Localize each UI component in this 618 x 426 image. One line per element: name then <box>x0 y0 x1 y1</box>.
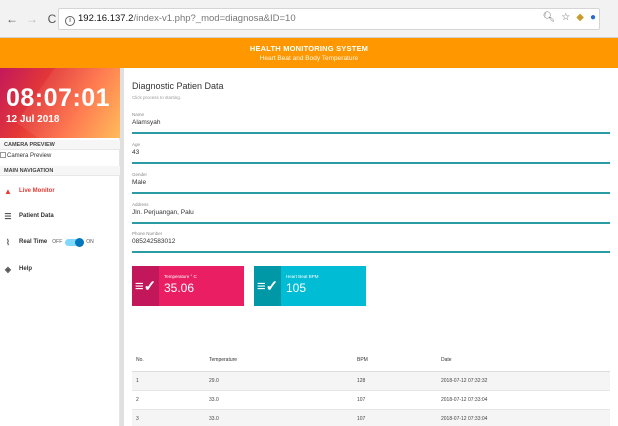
app-title: HEALTH MONITORING SYSTEM <box>249 44 369 53</box>
column-header[interactable]: Temperature <box>205 350 353 372</box>
column-header[interactable]: BPM <box>353 350 437 372</box>
browser-toolbar: ← → C i 192.16.137.2/index-v1.php?_mod=di… <box>0 0 618 38</box>
switch-off-label: OFF <box>52 239 63 245</box>
toggle-knob <box>75 237 85 247</box>
table-cell: 3 <box>132 409 205 426</box>
real-time-toggle[interactable] <box>65 237 85 247</box>
sidebar-item-label: Help <box>19 266 33 272</box>
camera-section-header: CAMERA PREVIEW <box>0 140 120 150</box>
sidebar-item-real-time[interactable]: ⌇ Real Time OFF ON <box>0 234 120 250</box>
field-label: Name <box>132 112 145 117</box>
layers-icon: ◈ <box>4 264 12 274</box>
heartbeat-label: Heart Beat BPM <box>286 274 319 279</box>
table-cell: 107 <box>353 390 437 410</box>
table-cell: 2 <box>132 390 205 410</box>
field-label: Address <box>132 202 149 207</box>
sidebar-item-label: Real Time <box>19 239 48 245</box>
field-label: Gender <box>132 172 148 177</box>
gender-field[interactable]: Gender Male <box>132 172 610 194</box>
table-cell: 2018-07-12 07:33:04 <box>437 409 610 426</box>
url-path: /index-v1.php?_mod=diagnosa&ID=10 <box>133 13 296 24</box>
field-label: Phone Number <box>132 231 163 236</box>
field-value: 085242583012 <box>132 238 176 245</box>
phone-field[interactable]: Phone Number 085242583012 <box>132 231 610 253</box>
table-cell: 2018-07-12 07:33:04 <box>437 390 610 410</box>
playlist-check-icon: ≡✓ <box>132 266 159 306</box>
sidebar-item-patient-data[interactable]: ☰ Patient Data <box>0 208 120 224</box>
age-field[interactable]: Age 43 <box>132 142 610 164</box>
page-title: Diagnostic Patien Data <box>132 81 224 91</box>
camera-preview: Camera Preview <box>0 152 120 160</box>
sidebar-item-live-monitor[interactable]: ▲ Live Monitor <box>0 183 120 199</box>
field-label: Age <box>132 142 141 147</box>
column-header[interactable]: Date <box>437 350 610 372</box>
field-value: Jln. Perjuangan, Palu <box>132 209 194 216</box>
main-navigation-header: MAIN NAVIGATION <box>0 166 120 176</box>
sidebar: 08:07:01 12 Jul 2018 CAMERA PREVIEW Came… <box>0 68 120 426</box>
readings-table: No. Temperature BPM Date 1 29.0 128 2018… <box>132 350 610 426</box>
table-cell: 2018-07-12 07:32:32 <box>437 371 610 391</box>
table-cell: 29.0 <box>205 371 353 391</box>
table-row: 3 33.0 107 2018-07-12 07:33:04 <box>132 409 610 426</box>
extension-icon[interactable]: ◆ <box>576 12 584 23</box>
name-field[interactable]: Name Alamsyah <box>132 112 610 134</box>
table-cell: 1 <box>132 371 205 391</box>
main-content: Diagnostic Patien Data Click process to … <box>124 68 618 426</box>
heartbeat-value: 105 <box>286 281 307 295</box>
camera-preview-alt: Camera Preview <box>7 153 52 159</box>
broken-image-icon <box>0 152 6 158</box>
sensor-icon: ⌇ <box>6 237 10 247</box>
zoom-icon[interactable]: 🔍︎ <box>543 12 556 23</box>
app-header: HEALTH MONITORING SYSTEM Heart Beat and … <box>0 38 618 68</box>
sidebar-item-label: Live Monitor <box>19 188 55 194</box>
browser-actions: 🔍︎ ☆ ◆ ● <box>543 12 596 23</box>
table-header-row: No. Temperature BPM Date <box>132 350 610 372</box>
reload-icon[interactable]: C <box>46 12 58 26</box>
sidebar-item-help[interactable]: ◈ Help <box>0 261 120 277</box>
table-cell: 107 <box>353 409 437 426</box>
field-value: Male <box>132 179 147 186</box>
clock-date: 12 Jul 2018 <box>6 114 60 125</box>
page-subtitle: Click process to starting. <box>132 95 182 100</box>
address-bar[interactable]: i 192.16.137.2/index-v1.php?_mod=diagnosa… <box>58 8 600 30</box>
app-subtitle: Heart Beat and Body Temperature <box>259 55 359 62</box>
switch-on-label: ON <box>86 239 94 245</box>
forward-arrow-icon[interactable]: → <box>26 12 38 26</box>
heartbeat-info-box: ≡✓ Heart Beat BPM 105 <box>254 266 366 306</box>
table-row: 1 29.0 128 2018-07-12 07:32:32 <box>132 371 610 391</box>
list-icon: ☰ <box>4 211 12 221</box>
column-header[interactable]: No. <box>132 350 205 372</box>
field-value: Alamsyah <box>132 119 161 126</box>
playlist-check-icon: ≡✓ <box>254 266 281 306</box>
table-cell: 128 <box>353 371 437 391</box>
star-icon[interactable]: ☆ <box>561 12 570 23</box>
info-icon[interactable]: i <box>65 16 75 26</box>
table-row: 2 33.0 107 2018-07-12 07:33:04 <box>132 390 610 410</box>
sidebar-item-label: Patient Data <box>19 213 54 219</box>
clock-time: 08:07:01 <box>6 84 111 112</box>
clock-panel: 08:07:01 12 Jul 2018 <box>0 68 120 138</box>
temperature-value: 35.06 <box>164 281 195 295</box>
table-cell: 33.0 <box>205 390 353 410</box>
extension-icon-2[interactable]: ● <box>590 12 596 23</box>
back-arrow-icon[interactable]: ← <box>6 12 18 26</box>
address-field[interactable]: Address Jln. Perjuangan, Palu <box>132 202 610 224</box>
home-icon: ▲ <box>4 186 12 196</box>
temperature-info-box: ≡✓ Temperature ° C 35.06 <box>132 266 244 306</box>
url-host: 192.16.137.2 <box>78 13 134 24</box>
temperature-label: Temperature ° C <box>164 274 197 279</box>
table-cell: 33.0 <box>205 409 353 426</box>
field-value: 43 <box>132 149 140 156</box>
browser-nav: ← → C <box>6 12 58 26</box>
